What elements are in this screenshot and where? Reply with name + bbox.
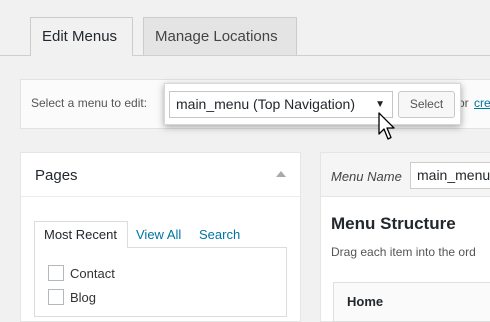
checkbox-contact[interactable] [48,265,64,281]
menu-structure-title: Menu Structure [331,214,456,233]
create-new-menu-link[interactable]: cre [474,96,490,110]
select-menu-label: Select a menu to edit: [31,96,148,110]
menu-structure-description: Drag each item into the ord [331,245,476,259]
pages-list [34,247,287,317]
pages-panel-divider [21,196,300,197]
tab-manage-locations[interactable]: Manage Locations [143,17,297,55]
mouse-cursor-icon [378,112,395,140]
tab-view-all[interactable]: View All [136,227,181,242]
tab-most-recent[interactable]: Most Recent [34,221,128,248]
list-item-label: Contact [70,266,115,281]
pages-panel-title[interactable]: Pages [35,167,78,184]
menu-name-input[interactable]: main_menu [410,162,490,189]
list-item-label: Blog [70,290,97,305]
menu-item-label: Home [347,294,384,309]
tab-search[interactable]: Search [199,227,240,242]
tab-edit-menus[interactable]: Edit Menus [30,17,133,56]
collapse-arrow-icon[interactable] [276,171,286,177]
checkbox-blog[interactable] [48,289,64,305]
select-button[interactable]: Select [398,91,455,118]
menu-name-label: Menu Name [331,169,402,184]
menu-select-dropdown[interactable]: main_menu (Top Navigation) ▼ [169,91,393,118]
menu-select-value: main_menu (Top Navigation) [176,96,355,112]
